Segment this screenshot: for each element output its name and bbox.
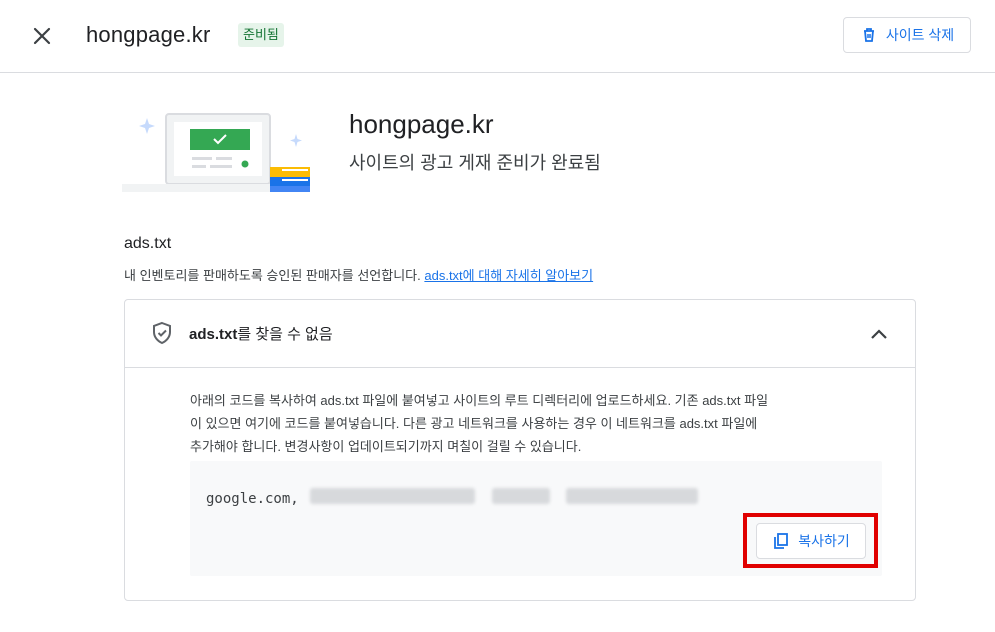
chevron-up-icon[interactable] bbox=[867, 322, 891, 346]
shield-check-icon bbox=[153, 321, 171, 345]
delete-site-button[interactable]: 사이트 삭제 bbox=[843, 17, 971, 53]
instructions-line: 아래의 코드를 복사하여 ads.txt 파일에 붙여넣고 사이트의 루트 디렉… bbox=[190, 393, 769, 408]
hero-title: hongpage.kr bbox=[349, 109, 494, 139]
ads-txt-code-prefix: google.com, bbox=[206, 491, 299, 507]
ads-section-description: 내 인벤토리를 판매하도록 승인된 판매자를 선언합니다. ads.txt에 대… bbox=[124, 265, 593, 284]
ads-description-text: 내 인벤토리를 판매하도록 승인된 판매자를 선언합니다. bbox=[124, 268, 425, 283]
copy-code-label: 복사하기 bbox=[798, 533, 850, 549]
instructions-line: 이 있으면 여기에 코드를 붙여넣습니다. 다른 광고 네트워크를 사용하는 경… bbox=[190, 416, 758, 431]
redacted-cert-id bbox=[566, 488, 698, 504]
ads-txt-instructions: 아래의 코드를 복사하여 ads.txt 파일에 붙여넣고 사이트의 루트 디렉… bbox=[190, 389, 870, 458]
site-ready-illustration bbox=[122, 113, 310, 192]
copy-code-button[interactable]: 복사하기 bbox=[756, 523, 866, 559]
top-bar: hongpage.kr 준비됨 사이트 삭제 bbox=[0, 0, 995, 73]
learn-more-link[interactable]: ads.txt에 대해 자세히 알아보기 bbox=[424, 268, 593, 283]
ads-txt-card-header[interactable]: ads.txt를 찾을 수 없음 bbox=[125, 300, 915, 368]
ads-txt-status-title: ads.txt를 찾을 수 없음 bbox=[189, 323, 333, 344]
delete-site-label: 사이트 삭제 bbox=[885, 27, 955, 43]
instructions-line: 추가해야 합니다. 변경사항이 업데이트되기까지 며칠이 걸릴 수 있습니다. bbox=[190, 439, 582, 454]
ads-txt-status-bold: ads.txt bbox=[189, 326, 238, 343]
status-badge: 준비됨 bbox=[238, 23, 284, 47]
hero-subtitle: 사이트의 광고 게재 준비가 완료됨 bbox=[349, 153, 601, 173]
site-name: hongpage.kr bbox=[86, 22, 211, 47]
redacted-publisher-id bbox=[310, 488, 475, 504]
ads-txt-status-rest: 를 찾을 수 없음 bbox=[237, 326, 333, 343]
redacted-relationship bbox=[492, 488, 550, 504]
close-icon bbox=[33, 27, 51, 45]
close-button[interactable] bbox=[28, 22, 56, 50]
trash-icon bbox=[863, 28, 874, 42]
ads-section-title: ads.txt bbox=[124, 235, 172, 252]
copy-icon bbox=[774, 533, 789, 549]
